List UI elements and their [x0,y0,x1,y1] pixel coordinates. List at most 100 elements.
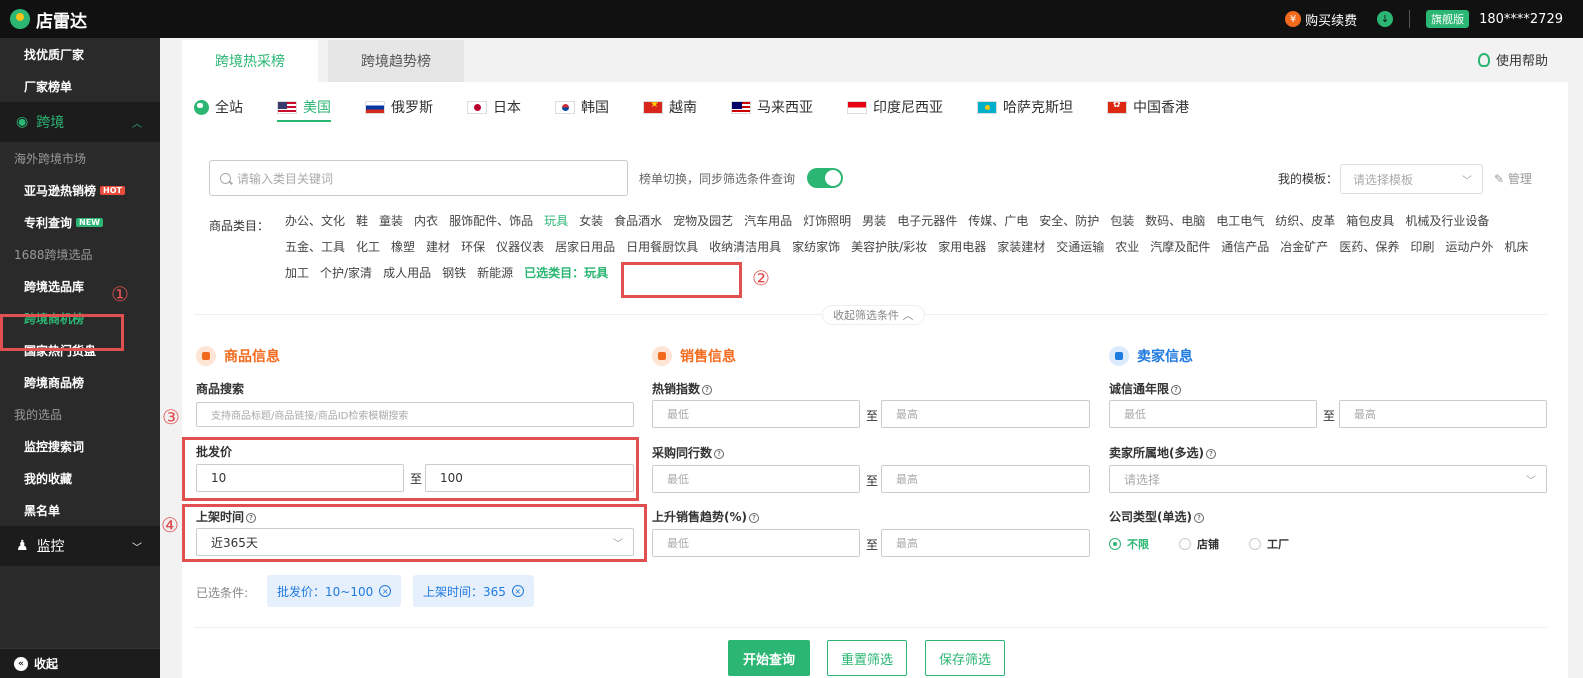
category-search-input[interactable]: 请输入类目关键词 [209,160,628,196]
hot-index-min-input[interactable]: 最低 [652,400,860,428]
sync-toggle[interactable] [807,168,843,188]
close-icon[interactable]: × [379,585,392,597]
category-item[interactable]: 建材 [426,238,450,256]
trend-max-input[interactable]: 最高 [881,529,1090,557]
category-item[interactable]: 日用餐厨饮具 [626,238,698,256]
help-icon[interactable]: ? [1193,512,1204,523]
sidebar-item-favorites[interactable]: 我的收藏 [0,462,160,494]
tab-hot-purchase[interactable]: 跨境热采榜 [182,40,318,82]
category-item[interactable]: 收纳清洁用具 [709,238,781,256]
hot-index-max-input[interactable]: 最高 [881,400,1090,428]
category-item[interactable]: 仪器仪表 [496,238,544,256]
sidebar-section-monitor[interactable]: ♟ 监控 ﹀ [0,526,160,566]
category-item[interactable]: 电工电气 [1216,212,1264,230]
cloud-download-icon[interactable]: ↓ [1377,11,1394,27]
template-select[interactable]: 请选择模板 ﹀ [1340,164,1483,194]
help-link[interactable]: 使用帮助 [1477,50,1548,69]
sidebar-item-monitor-search[interactable]: 监控搜索词 [0,430,160,462]
manage-link[interactable]: ✎ 管理 [1494,170,1532,187]
category-item[interactable]: 加工 [285,264,309,282]
category-item[interactable]: 办公、文化 [285,212,345,230]
country-tab-japan[interactable]: 日本 [467,92,521,122]
years-min-input[interactable]: 最低 [1109,400,1317,428]
collapse-filters-button[interactable]: 收起筛选条件 ︿ [822,305,925,325]
start-query-button[interactable]: 开始查询 [728,640,810,676]
country-tab-us[interactable]: 美国 [277,92,331,122]
sidebar-collapse-button[interactable]: « 收起 [0,648,160,678]
category-item[interactable]: 安全、防护 [1039,212,1099,230]
peers-min-input[interactable]: 最低 [652,465,860,493]
category-item[interactable]: 家装建材 [997,238,1045,256]
category-item[interactable]: 纺织、皮革 [1275,212,1335,230]
product-search-input[interactable]: 支持商品标题/商品链接/商品ID检索模糊搜索 [196,402,634,427]
country-tab-vietnam[interactable]: 越南 [643,92,697,122]
category-item[interactable]: 包装 [1110,212,1134,230]
country-tab-hongkong[interactable]: 中国香港 [1107,92,1189,122]
location-select[interactable]: 请选择 ﹀ [1109,465,1547,493]
help-icon[interactable]: ? [1171,384,1182,395]
radio-factory[interactable]: 工厂 [1249,536,1289,552]
country-tab-kazakhstan[interactable]: 哈萨克斯坦 [977,92,1073,122]
category-item[interactable]: 环保 [461,238,485,256]
help-icon[interactable]: ? [749,512,759,523]
category-item[interactable]: 食品酒水 [614,212,662,230]
category-item[interactable]: 宠物及园艺 [673,212,733,230]
category-item[interactable]: 数码、电脑 [1145,212,1205,230]
category-item[interactable]: 玩具 [544,212,568,230]
category-item[interactable]: 农业 [1115,238,1139,256]
category-item[interactable]: 医药、保养 [1339,238,1399,256]
help-icon[interactable]: ? [1205,448,1216,459]
user-phone[interactable]: 180****2729 [1479,12,1563,27]
category-item[interactable]: 灯饰照明 [803,212,851,230]
country-tab-korea[interactable]: 韩国 [555,92,609,122]
sidebar-item-selection-lib[interactable]: 跨境选品库 [0,270,160,302]
category-item[interactable]: 内衣 [414,212,438,230]
category-item[interactable]: 化工 [356,238,380,256]
category-item[interactable]: 传媒、广电 [968,212,1028,230]
category-item[interactable]: 居家日用品 [555,238,615,256]
category-item[interactable]: 印刷 [1410,238,1434,256]
category-item[interactable]: 汽车用品 [744,212,792,230]
radio-unlimited[interactable]: 不限 [1109,536,1149,552]
category-item[interactable]: 冶金矿产 [1280,238,1328,256]
category-item[interactable]: 汽摩及配件 [1150,238,1210,256]
category-item[interactable]: 成人用品 [383,264,431,282]
category-item[interactable]: 服饰配件、饰品 [449,212,533,230]
category-item[interactable]: 交通运输 [1056,238,1104,256]
category-item[interactable]: 通信产品 [1221,238,1269,256]
category-item[interactable]: 女装 [579,212,603,230]
country-tab-russia[interactable]: 俄罗斯 [365,92,433,122]
category-item[interactable]: 家纺家饰 [792,238,840,256]
radio-shop[interactable]: 店铺 [1179,536,1219,552]
category-item[interactable]: 新能源 [477,264,513,282]
category-item[interactable]: 家用电器 [938,238,986,256]
close-icon[interactable]: × [511,585,524,597]
help-icon[interactable]: ? [702,384,713,395]
category-item[interactable]: 电子元器件 [897,212,957,230]
sidebar-item-factory-rank[interactable]: 厂家榜单 [0,70,160,102]
category-item[interactable]: 个护/家清 [320,264,372,282]
country-tab-all[interactable]: 全站 [194,92,243,122]
sidebar-item-amazon[interactable]: 亚马逊热销榜 HOT [0,174,160,206]
category-item[interactable]: 运动户外 [1445,238,1493,256]
category-item[interactable]: 箱包皮具 [1346,212,1394,230]
buy-renew-link[interactable]: ¥ 购买续费 [1285,10,1357,29]
category-item[interactable]: 机械及行业设备 [1405,212,1489,230]
category-item[interactable]: 机床 [1504,238,1528,256]
sidebar-section-cross-border[interactable]: ◉ 跨境 ︿ [0,102,160,142]
sidebar-item-find-factory[interactable]: 找优质厂家 [0,38,160,70]
category-item[interactable]: 童装 [379,212,403,230]
help-icon[interactable]: ? [714,448,725,459]
reset-filter-button[interactable]: 重置筛选 [827,640,907,676]
category-item[interactable]: 钢铁 [442,264,466,282]
years-max-input[interactable]: 最高 [1339,400,1547,428]
category-item[interactable]: 五金、工具 [285,238,345,256]
logo[interactable]: 店雷达 [10,7,87,32]
peers-max-input[interactable]: 最高 [881,465,1090,493]
category-item[interactable]: 男装 [862,212,886,230]
category-item[interactable]: 橡塑 [391,238,415,256]
country-tab-indonesia[interactable]: 印度尼西亚 [847,92,943,122]
country-tab-malaysia[interactable]: 马来西亚 [731,92,813,122]
trend-min-input[interactable]: 最低 [652,529,860,557]
category-item[interactable]: 鞋 [356,212,368,230]
